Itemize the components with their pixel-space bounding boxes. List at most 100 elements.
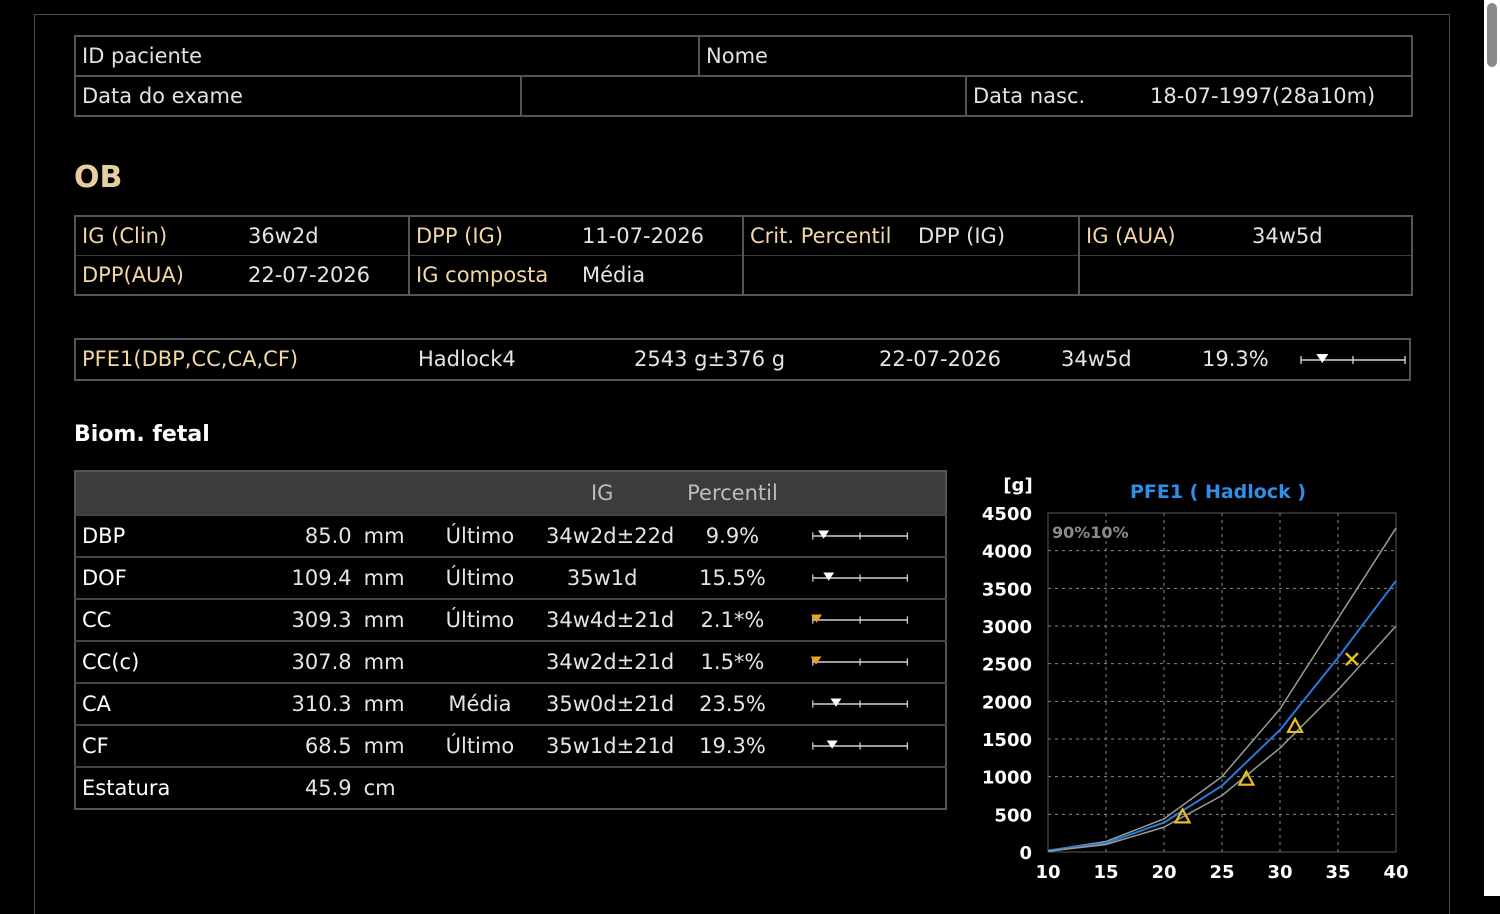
measurement-unit: mm — [357, 514, 420, 557]
biometry-row: CA 310.3 mm Média 35w0d±21d 23.5% — [75, 682, 946, 725]
empty-cell — [742, 255, 1079, 296]
y-tick-label: 1500 — [982, 730, 1032, 751]
measurement-name: DOF — [75, 556, 266, 599]
efw-growth-chart: 10 15 20 25 30 35 40 0 500 1000 1500 2000 2500 3000 35… — [982, 475, 1409, 883]
percentile-bar-cell — [800, 724, 946, 767]
ga-header: IG — [540, 471, 665, 515]
percentile-criteria-label: Crit. Percentil — [742, 215, 912, 256]
measurement-value: 309.3 — [265, 598, 358, 641]
ob-summary-table: IG (Clin) 36w2d DPP (IG) 11-07-2026 Crit… — [74, 215, 1413, 296]
biometry-row: DOF 109.4 mm Último 35w1d 15.5% — [75, 556, 946, 599]
measurement-point-triangle — [1237, 769, 1256, 786]
efw-ga: 34w5d — [1061, 347, 1132, 371]
percentile-bar — [811, 698, 908, 708]
measurement-value: 85.0 — [265, 514, 358, 557]
measurement-name: CA — [75, 682, 266, 725]
percentile-bar — [810, 656, 908, 666]
x-tick-label: 15 — [1093, 862, 1118, 883]
measurement-percentile: 1.5*% — [664, 640, 801, 683]
x-tick-label: 30 — [1267, 862, 1292, 883]
biometry-header-row: IG Percentil — [75, 471, 946, 515]
measurement-unit: mm — [357, 682, 420, 725]
birth-date-label: Data nasc. — [965, 75, 1145, 117]
efw-method: Hadlock4 — [418, 347, 516, 371]
percentile-marker — [1316, 354, 1329, 363]
ga-aua-value: 34w5d — [1246, 215, 1413, 256]
measurement-ga — [540, 766, 665, 809]
efw-percentile: 19.3% — [1202, 347, 1269, 371]
percentile-marker — [822, 572, 834, 581]
percentile-bar-cell — [800, 598, 946, 641]
edd-aua-label: DPP(AUA) — [74, 255, 242, 296]
efw-row: PFE1(DBP,CC,CA,CF) Hadlock4 2543 g±376 g… — [74, 338, 1411, 381]
percentile-bar — [811, 530, 908, 540]
vertical-scrollbar[interactable] — [1484, 0, 1500, 896]
biometry-row: Estatura 45.9 cm — [75, 766, 946, 809]
measurement-percentile: 15.5% — [664, 556, 801, 599]
percentile-bar — [811, 572, 908, 582]
x-tick-label: 20 — [1151, 862, 1176, 883]
measurement-percentile: 2.1*% — [664, 598, 801, 641]
efw-name: PFE1(DBP,CC,CA,CF) — [82, 347, 299, 371]
measurement-method: Último — [419, 514, 541, 557]
edd-aua-value: 22-07-2026 — [242, 255, 409, 296]
biometry-row: CC(c) 307.8 mm 34w2d±21d 1.5*% — [75, 640, 946, 683]
patient-info-table: ID paciente Nome Data do exame Data nasc… — [73, 35, 1414, 117]
measurement-unit: mm — [357, 598, 420, 641]
y-tick-label: 1000 — [982, 768, 1032, 789]
empty-cell — [1078, 255, 1413, 296]
scrollbar-thumb[interactable] — [1487, 3, 1497, 67]
measurement-ga: 34w4d±21d — [540, 598, 674, 641]
percentile-bar-cell — [800, 514, 946, 557]
measurement-point-triangle — [1173, 807, 1192, 824]
efw-weight: 2543 g±376 g — [634, 347, 786, 371]
edd-ga-value: 11-07-2026 — [576, 215, 743, 256]
y-axis-label: [g] — [1003, 475, 1032, 496]
exam-date-value — [519, 75, 968, 117]
biometry-title: Biom. fetal — [74, 422, 210, 447]
biometry-table: IG Percentil DBP 85.0 mm Último 34w2d±22d 9.9… — [74, 470, 947, 810]
measurement-method: Último — [419, 724, 541, 767]
measurement-unit: cm — [357, 766, 420, 809]
measurement-point-triangle — [1286, 716, 1304, 734]
measurement-unit: mm — [357, 556, 420, 599]
measurement-method — [419, 640, 541, 683]
percentile-marker — [826, 740, 838, 749]
measurement-value: 310.3 — [265, 682, 358, 725]
measurement-percentile: 19.3% — [664, 724, 801, 767]
y-tick-label: 2500 — [982, 655, 1032, 676]
measurement-ga: 35w1d±21d — [540, 724, 674, 767]
ga-clin-label: IG (Clin) — [74, 215, 242, 256]
y-tick-label: 3000 — [982, 617, 1032, 638]
y-tick-label: 3500 — [982, 579, 1032, 600]
patient-id-label: ID paciente — [73, 35, 701, 77]
x-tick-label: 40 — [1383, 862, 1408, 883]
measurement-method: Último — [419, 598, 541, 641]
y-tick-label: 4000 — [982, 542, 1032, 563]
measurement-percentile — [664, 766, 801, 809]
x-tick-label: 10 — [1035, 862, 1060, 883]
measurement-ga: 35w1d — [540, 556, 665, 599]
measurement-ga: 35w0d±21d — [540, 682, 674, 725]
x-tick-label: 35 — [1325, 862, 1350, 883]
measurement-name: CC(c) — [75, 640, 266, 683]
chart-title: PFE1 ( Hadlock ) — [1130, 481, 1306, 503]
y-tick-label: 2000 — [982, 692, 1032, 713]
measurement-method: Média — [419, 682, 541, 725]
efw-date: 22-07-2026 — [879, 347, 1002, 371]
y-tick-label: 0 — [1019, 843, 1032, 864]
patient-name-label: Nome — [698, 35, 1414, 77]
measurement-value: 109.4 — [265, 556, 358, 599]
biometry-row: DBP 85.0 mm Último 34w2d±22d 9.9% — [75, 514, 946, 557]
percentile-marker — [830, 698, 842, 707]
measurement-value: 45.9 — [265, 766, 358, 809]
biometry-row: CC 309.3 mm Último 34w4d±21d 2.1*% — [75, 598, 946, 641]
measurement-unit: mm — [357, 640, 420, 683]
birth-date-value: 18-07-1997(28a10m) — [1144, 75, 1414, 117]
composite-ga-value: Média — [576, 255, 743, 296]
percentile-bar-cell — [800, 556, 946, 599]
percentile-bar-cell — [800, 766, 946, 809]
efw-percentile-bar — [1300, 354, 1406, 364]
percentile-bar — [811, 740, 908, 750]
composite-ga-label: IG composta — [408, 255, 576, 296]
